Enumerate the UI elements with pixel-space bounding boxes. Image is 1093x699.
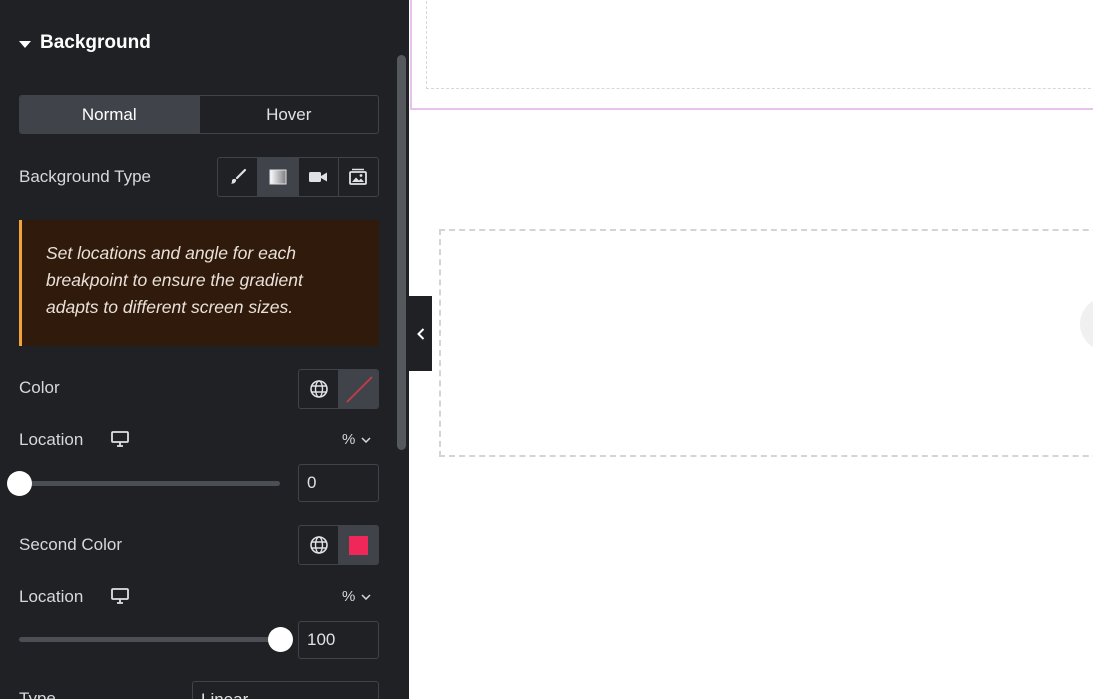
bg-type-slideshow[interactable] — [337, 158, 378, 196]
second-color-label: Second Color — [19, 535, 123, 554]
gradient-type-value: Linear — [201, 690, 248, 699]
empty-container[interactable] — [439, 229, 1093, 457]
editor-panel: Background Normal Hover Background Type — [0, 0, 409, 699]
no-color-icon — [344, 375, 373, 403]
preview-canvas — [409, 0, 1093, 699]
unit-value-1: % — [342, 431, 356, 448]
collapse-panel-button[interactable] — [409, 296, 432, 371]
type-label: Type — [19, 689, 56, 699]
location-label-1: Location — [19, 430, 84, 449]
location-slider-1[interactable] — [7, 471, 280, 496]
gradient-notice: Set locations and angle for each breakpo… — [19, 220, 379, 346]
bg-type-video[interactable] — [297, 158, 338, 196]
location-input-2[interactable] — [298, 621, 379, 659]
bg-type-gradient[interactable] — [257, 158, 298, 196]
unit-value-2: % — [342, 588, 356, 605]
location-slider-2[interactable] — [19, 627, 293, 652]
location-input-1[interactable] — [298, 464, 379, 502]
slider-handle-1[interactable] — [7, 471, 32, 496]
desktop-responsive-icon[interactable] — [111, 588, 129, 604]
color-swatch — [349, 535, 368, 555]
color-control — [298, 369, 379, 409]
chevron-down-icon — [361, 593, 371, 600]
slideshow-icon — [349, 168, 368, 185]
unit-selector-1[interactable]: % — [342, 431, 371, 448]
global-color-button-2[interactable] — [299, 526, 338, 564]
color-picker-button[interactable] — [338, 370, 378, 408]
tab-hover[interactable]: Hover — [198, 96, 379, 133]
chevron-down-icon — [361, 436, 371, 443]
second-color-picker-button[interactable] — [338, 526, 378, 564]
globe-icon — [309, 536, 328, 554]
section-title: Background — [40, 32, 151, 53]
slider-handle-2[interactable] — [268, 627, 293, 652]
background-type-choices — [217, 157, 379, 197]
caret-down-icon — [19, 40, 31, 48]
location-label-2: Location — [19, 587, 84, 606]
selected-section[interactable] — [410, 0, 1093, 110]
brush-icon — [230, 168, 246, 184]
gradient-icon — [269, 169, 287, 185]
video-icon — [309, 172, 328, 182]
background-type-label: Background Type — [19, 167, 151, 186]
chevron-left-icon — [416, 327, 424, 340]
bg-type-classic[interactable] — [218, 158, 257, 196]
gradient-type-select[interactable]: Linear — [192, 681, 379, 699]
color-label: Color — [19, 378, 60, 397]
unit-selector-2[interactable]: % — [342, 588, 371, 605]
state-tabs: Normal Hover — [19, 95, 379, 134]
second-color-control — [298, 525, 379, 565]
global-color-button[interactable] — [299, 370, 338, 408]
panel-scrollbar[interactable] — [397, 55, 406, 450]
globe-icon — [309, 380, 328, 398]
section-header-background[interactable]: Background — [19, 32, 151, 54]
tab-normal[interactable]: Normal — [20, 96, 199, 133]
desktop-responsive-icon[interactable] — [111, 431, 129, 447]
section-inner-container — [426, 0, 1093, 89]
